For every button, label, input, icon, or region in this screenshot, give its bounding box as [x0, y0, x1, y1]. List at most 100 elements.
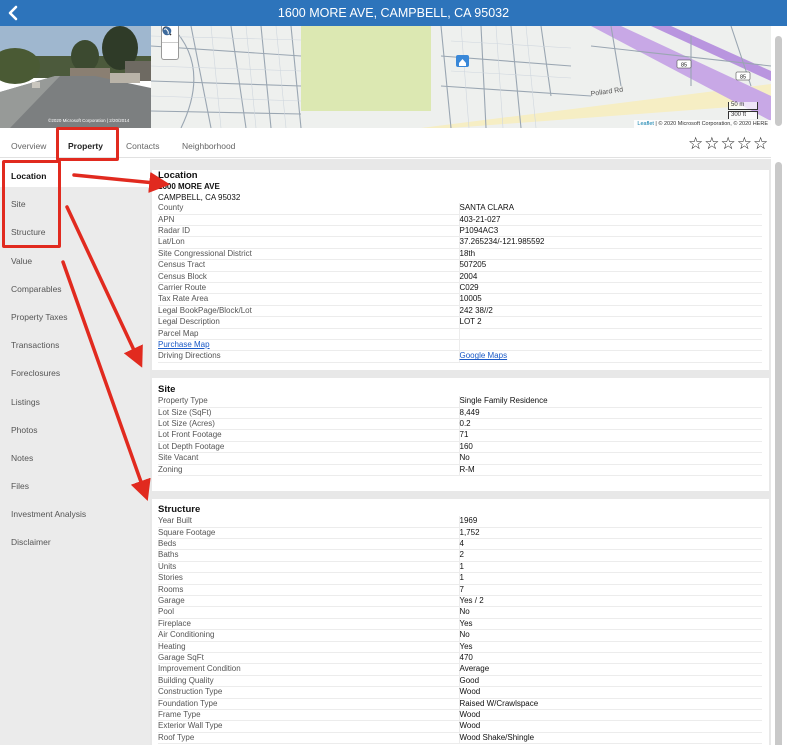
row-label: Garage SqFt: [158, 652, 459, 665]
leaflet-link[interactable]: Leaflet: [637, 121, 654, 127]
row-label: Year Built: [158, 516, 459, 528]
row-label: Heating: [158, 641, 459, 653]
table-row: Units 1: [158, 561, 762, 574]
row-value: 1: [458, 572, 762, 585]
star-icon[interactable]: ☆: [753, 135, 768, 152]
row-value: 10005: [458, 293, 762, 306]
map-scale: 50 m 300 ft: [728, 102, 758, 119]
table-row: Stories 1: [158, 572, 762, 585]
page-scrollbar[interactable]: [771, 26, 787, 745]
row-value: Wood: [458, 709, 762, 722]
tab-property[interactable]: Property: [68, 128, 103, 158]
row-value: 2: [458, 549, 762, 562]
row-label: Site Congressional District: [158, 248, 459, 261]
row-label: Purchase Map: [158, 339, 459, 352]
scrollbar-thumb-top[interactable]: [775, 36, 782, 126]
structure-heading: Structure: [158, 504, 201, 515]
tab-neighborhood[interactable]: Neighborhood: [182, 128, 235, 158]
structure-card: Structure Year Built 1969 Square Footage 1,…: [152, 499, 769, 745]
row-value: R-M: [458, 464, 762, 476]
map-copyright: | © 2020 Microsoft Corporation, © 2020 H…: [653, 121, 768, 127]
sidebar-item-investment-analysis[interactable]: Investment Analysis: [0, 497, 150, 525]
sidebar-item-disclaimer[interactable]: Disclaimer: [0, 525, 150, 553]
star-icon[interactable]: ☆: [737, 135, 752, 152]
site-table: Property Type Single Family Residence Lot …: [158, 396, 762, 476]
row-value: [458, 328, 762, 340]
street-photo-image: [0, 26, 151, 128]
row-label: Beds: [158, 538, 459, 551]
site-card: Site Property Type Single Family Residenc…: [152, 378, 769, 491]
row-value: 470: [458, 652, 762, 665]
row-label: Building Quality: [158, 675, 459, 688]
tab-contacts[interactable]: Contacts: [126, 128, 160, 158]
row-label: Frame Type: [158, 709, 459, 722]
row-label: County: [158, 203, 459, 215]
globe-button[interactable]: [162, 26, 178, 58]
row-value: LOT 2: [458, 316, 762, 329]
table-row: Lot Front Footage 71: [158, 429, 762, 442]
row-label: Legal Description: [158, 316, 459, 329]
sidebar-item-foreclosures[interactable]: Foreclosures: [0, 356, 150, 384]
purchase-map-link[interactable]: Purchase Map: [158, 340, 210, 349]
sidebar-item-files[interactable]: Files: [0, 469, 150, 497]
table-row: Legal BookPage/Block/Lot 242 38//2: [158, 305, 762, 318]
sidebar-item-value[interactable]: Value: [0, 244, 150, 272]
sidebar-item-location[interactable]: Location: [0, 159, 150, 188]
map-attribution: Leaflet | © 2020 Microsoft Corporation, …: [634, 120, 771, 128]
table-row: Foundation Type Raised W/Crawlspace: [158, 698, 762, 711]
row-value: [458, 339, 762, 352]
sidebar-item-transactions[interactable]: Transactions: [0, 328, 150, 356]
location-heading: Location: [158, 170, 198, 181]
row-value: 242 38//2: [458, 305, 762, 318]
row-value: Wood: [458, 720, 762, 733]
table-row: Garage Yes / 2: [158, 595, 762, 608]
sidebar-item-comparables[interactable]: Comparables: [0, 272, 150, 300]
table-row: County SANTA CLARA: [158, 203, 762, 215]
row-label: Lot Size (Acres): [158, 418, 459, 431]
table-row: Garage SqFt 470: [158, 652, 762, 665]
table-row: Year Built 1969: [158, 516, 762, 528]
property-map[interactable]: 85 85 Pollard Rd 50 m 300 ft Leaflet | ©…: [151, 26, 771, 128]
row-value: Raised W/Crawlspace: [458, 698, 762, 711]
row-value: Yes / 2: [458, 595, 762, 608]
structure-table: Year Built 1969 Square Footage 1,752 Beds 4 Ba…: [158, 516, 762, 745]
row-label: Lat/Lon: [158, 236, 459, 249]
row-value: 4: [458, 538, 762, 551]
scrollbar-thumb-main[interactable]: [775, 162, 782, 745]
main-content: Location 1600 MORE AVE CAMPBELL, CA 9503…: [150, 159, 771, 745]
row-value: Wood: [458, 686, 762, 699]
street-view-photo[interactable]: ©2020 Microsoft Corporation | 2/20/2014: [0, 26, 151, 128]
row-label: Exterior Wall Type: [158, 720, 459, 733]
map-label-route-2: 85: [740, 75, 746, 81]
table-row: Lat/Lon 37.265234/-121.985592: [158, 236, 762, 249]
google-maps-link[interactable]: Google Maps: [460, 351, 508, 360]
sidebar-item-listings[interactable]: Listings: [0, 385, 150, 413]
tab-overview[interactable]: Overview: [11, 128, 46, 158]
row-label: Census Block: [158, 271, 459, 283]
star-icon[interactable]: ☆: [704, 135, 719, 152]
table-row: Heating Yes: [158, 641, 762, 653]
sidebar-item-property-taxes[interactable]: Property Taxes: [0, 300, 150, 328]
rating-stars: ☆ ☆ ☆ ☆ ☆: [688, 135, 768, 152]
row-label: Property Type: [158, 396, 459, 408]
table-row: Census Block 2004: [158, 271, 762, 283]
sidebar-item-structure[interactable]: Structure: [0, 215, 150, 243]
location-card: Location 1600 MORE AVE CAMPBELL, CA 9503…: [152, 170, 769, 370]
row-label: Radar ID: [158, 225, 459, 238]
table-row: APN 403-21-027: [158, 214, 762, 226]
star-icon[interactable]: ☆: [721, 135, 736, 152]
row-value: 37.265234/-121.985592: [458, 236, 762, 249]
table-row: Site Congressional District 18th: [158, 248, 762, 261]
sidebar-item-photos[interactable]: Photos: [0, 413, 150, 441]
row-label: Square Footage: [158, 527, 459, 539]
row-label: Garage: [158, 595, 459, 608]
sidebar-item-notes[interactable]: Notes: [0, 441, 150, 469]
row-value: Yes: [458, 618, 762, 631]
table-row: Census Tract 507205: [158, 259, 762, 272]
row-value: 1969: [458, 516, 762, 528]
table-row: Site Vacant No: [158, 452, 762, 465]
sidebar-item-site[interactable]: Site: [0, 187, 150, 215]
star-icon[interactable]: ☆: [688, 135, 703, 152]
scale-feet: 300 ft: [728, 111, 758, 119]
table-row: Baths 2: [158, 549, 762, 562]
